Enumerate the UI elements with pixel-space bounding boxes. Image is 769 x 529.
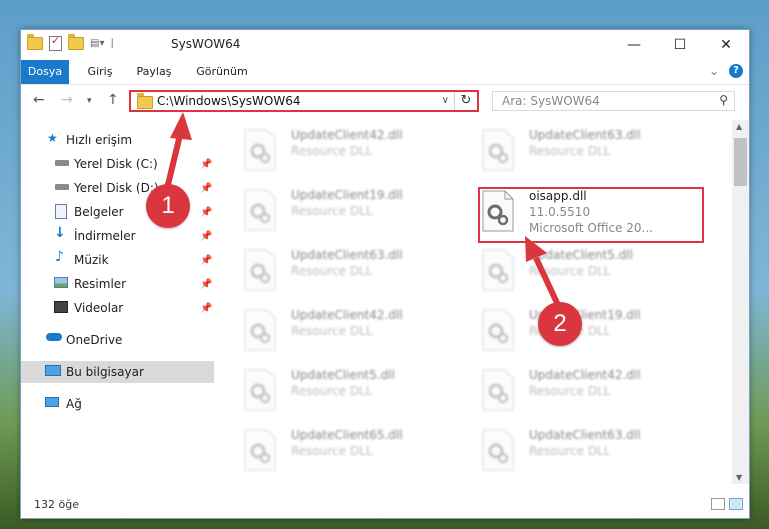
step-2-callout: 2 xyxy=(538,302,582,346)
arrow-2-shaft xyxy=(533,256,561,307)
arrow-1-head xyxy=(170,112,192,140)
step-1-callout: 1 xyxy=(146,184,190,228)
annotation-arrows xyxy=(163,112,561,307)
